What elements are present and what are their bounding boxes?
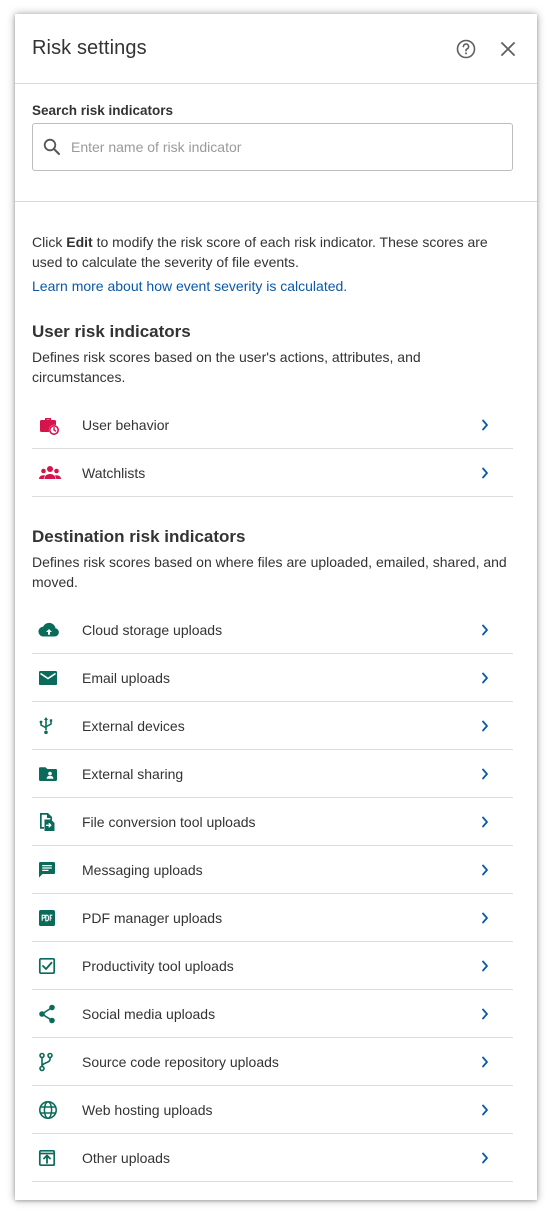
cloud-upload-icon — [32, 618, 68, 642]
item-label: Cloud storage uploads — [82, 621, 223, 638]
item-label: Other uploads — [82, 1149, 170, 1166]
list-item-pdf-manager-uploads[interactable]: PDF manager uploads — [32, 894, 513, 942]
list-item-external-sharing[interactable]: External sharing — [32, 750, 513, 798]
severity-learn-more-link[interactable]: Learn more about how event severity is c… — [32, 278, 513, 294]
item-label: Messaging uploads — [82, 861, 203, 878]
destination-indicator-list: Cloud storage uploads Email uploads Exte… — [32, 606, 513, 1182]
checkbox-icon — [32, 954, 68, 978]
chevron-right-icon — [473, 816, 497, 828]
search-input[interactable] — [69, 138, 502, 156]
shared-folder-icon — [32, 762, 68, 786]
briefcase-clock-icon — [32, 413, 68, 437]
list-item-web-hosting-uploads[interactable]: Web hosting uploads — [32, 1086, 513, 1134]
chevron-right-icon — [473, 1104, 497, 1116]
user-indicator-list: User behavior Watchlists — [32, 401, 513, 497]
chevron-right-icon — [473, 1152, 497, 1164]
chevron-right-icon — [473, 419, 497, 431]
list-item-external-devices[interactable]: External devices — [32, 702, 513, 750]
list-item-messaging-uploads[interactable]: Messaging uploads — [32, 846, 513, 894]
destination-section-title: Destination risk indicators — [32, 527, 246, 546]
list-item-productivity-tool-uploads[interactable]: Productivity tool uploads — [32, 942, 513, 990]
message-icon — [32, 858, 68, 882]
usb-icon — [32, 714, 68, 738]
item-label: External sharing — [82, 765, 184, 782]
help-button[interactable] — [453, 36, 479, 62]
share-icon — [32, 1002, 68, 1026]
pdf-icon — [32, 906, 68, 930]
search-label: Search risk indicators — [32, 103, 174, 118]
list-item-other-uploads[interactable]: Other uploads — [32, 1134, 513, 1182]
chevron-right-icon — [473, 960, 497, 972]
intro-text: Click Edit to modify the risk score of e… — [32, 234, 488, 270]
chevron-right-icon — [473, 1056, 497, 1068]
chevron-right-icon — [473, 720, 497, 732]
destination-risk-section: Destination risk indicators Defines risk… — [32, 527, 513, 1182]
list-item-email-uploads[interactable]: Email uploads — [32, 654, 513, 702]
branch-icon — [32, 1050, 68, 1074]
chevron-right-icon — [473, 768, 497, 780]
file-convert-icon — [32, 810, 68, 834]
item-label: File conversion tool uploads — [82, 813, 256, 830]
item-label: Productivity tool uploads — [82, 957, 234, 974]
item-label: Social media uploads — [82, 1005, 216, 1022]
search-section: Search risk indicators — [15, 84, 537, 202]
list-item-file-conversion-tool-uploads[interactable]: File conversion tool uploads — [32, 798, 513, 846]
chevron-right-icon — [473, 672, 497, 684]
list-item-cloud-storage-uploads[interactable]: Cloud storage uploads — [32, 606, 513, 654]
chevron-right-icon — [473, 1008, 497, 1020]
user-risk-section: User risk indicators Defines risk scores… — [32, 322, 513, 497]
email-icon — [32, 666, 68, 690]
people-icon — [32, 461, 68, 485]
globe-icon — [32, 1098, 68, 1122]
risk-settings-panel: Risk settings Search risk indicators Cli… — [15, 14, 537, 1200]
close-icon — [501, 41, 515, 56]
item-label: User behavior — [82, 416, 170, 433]
item-label: External devices — [82, 717, 185, 734]
search-box[interactable] — [32, 123, 513, 171]
edit-emphasis: Edit — [66, 234, 93, 250]
item-label: Email uploads — [82, 669, 170, 686]
user-section-title: User risk indicators — [32, 322, 191, 341]
item-label: Source code repository uploads — [82, 1053, 279, 1070]
item-label: PDF manager uploads — [82, 909, 223, 926]
user-section-description: Defines risk scores based on the user's … — [32, 349, 421, 385]
panel-header: Risk settings — [15, 14, 537, 84]
list-item-user-behavior[interactable]: User behavior — [32, 401, 513, 449]
search-icon — [43, 138, 60, 155]
item-label: Watchlists — [82, 464, 146, 481]
list-item-source-code-repository-uploads[interactable]: Source code repository uploads — [32, 1038, 513, 1086]
help-circle-icon — [456, 39, 476, 58]
destination-section-description: Defines risk scores based on where files… — [32, 554, 507, 590]
chevron-right-icon — [473, 864, 497, 876]
chevron-right-icon — [473, 912, 497, 924]
content-area: Click Edit to modify the risk score of e… — [15, 202, 537, 1182]
item-label: Web hosting uploads — [82, 1101, 213, 1118]
chevron-right-icon — [473, 467, 497, 479]
list-item-watchlists[interactable]: Watchlists — [32, 449, 513, 497]
page-title: Risk settings — [32, 37, 147, 59]
upload-box-icon — [32, 1146, 68, 1170]
close-button[interactable] — [495, 36, 521, 62]
chevron-right-icon — [473, 624, 497, 636]
list-item-social-media-uploads[interactable]: Social media uploads — [32, 990, 513, 1038]
